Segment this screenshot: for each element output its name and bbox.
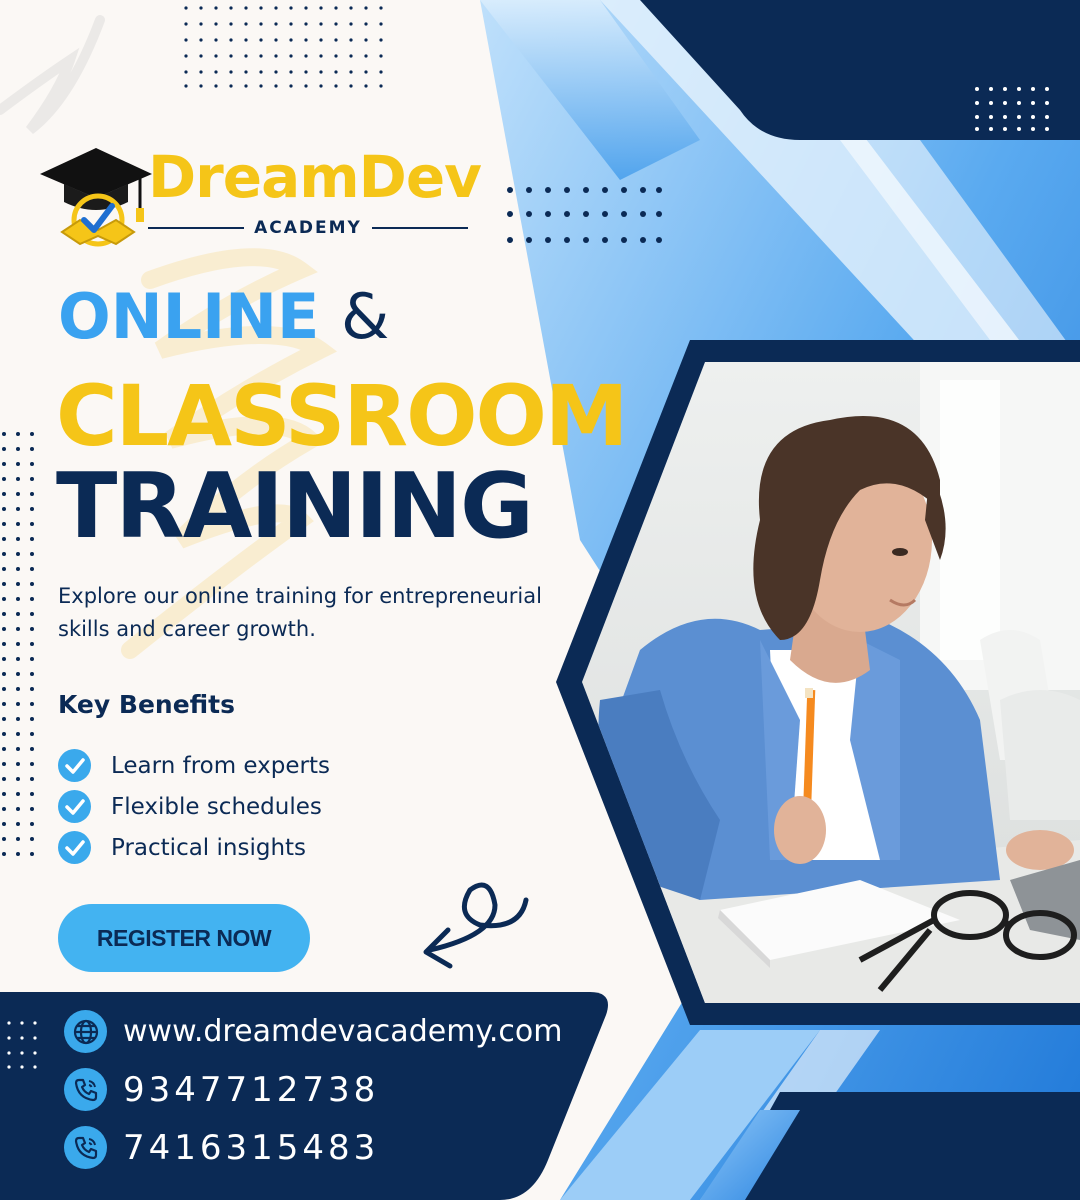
- squiggle-arrow: [423, 882, 529, 969]
- dot-grid-top-right: [975, 87, 1049, 131]
- phone-icon: [64, 1126, 107, 1169]
- dot-grid-bottom-left: [7, 1021, 37, 1069]
- brand-name-part2: Dev: [358, 143, 482, 211]
- brand-tagline-row: ACADEMY: [148, 218, 468, 238]
- brand-logo: DreamDev ACADEMY: [40, 140, 482, 250]
- poster: DreamDev ACADEMY ONLINE & CLASSROOM TRAI…: [0, 0, 1080, 1200]
- benefits-title: Key Benefits: [58, 690, 236, 719]
- dot-grid-mid: [507, 187, 662, 243]
- graduation-cap-book-check-icon: [40, 148, 152, 247]
- description: Explore our online training for entrepre…: [58, 584, 542, 641]
- divider: [148, 227, 245, 229]
- dot-grid-top: [184, 6, 383, 88]
- contact-phone-1[interactable]: 9347712738: [64, 1068, 379, 1111]
- phone-number[interactable]: 9347712738: [123, 1070, 379, 1110]
- check-circle-icon: [58, 790, 91, 823]
- benefit-label: Learn from experts: [111, 752, 330, 779]
- phone-icon: [64, 1068, 107, 1111]
- list-item: Learn from experts: [58, 745, 330, 786]
- globe-icon: [64, 1010, 107, 1053]
- check-circle-icon: [58, 831, 91, 864]
- dot-grid-left: [2, 432, 34, 856]
- headline-online: ONLINE: [58, 280, 320, 353]
- headline-line1: ONLINE &: [58, 286, 389, 348]
- divider: [371, 227, 468, 229]
- contact-phone-2[interactable]: 7416315483: [64, 1126, 379, 1169]
- contact-website[interactable]: www.dreamdevacademy.com: [64, 1010, 563, 1053]
- brand-tagline: ACADEMY: [254, 218, 362, 238]
- check-circle-icon: [58, 749, 91, 782]
- register-now-button[interactable]: REGISTER NOW: [58, 904, 310, 972]
- list-item: Flexible schedules: [58, 786, 330, 827]
- list-item: Practical insights: [58, 827, 330, 868]
- brand-name-part1: Dream: [148, 143, 360, 211]
- phone-number[interactable]: 7416315483: [123, 1128, 379, 1168]
- headline-ampersand: &: [341, 280, 390, 353]
- benefits-list: Learn from experts Flexible schedules Pr…: [58, 745, 330, 868]
- brand-name: DreamDev: [148, 148, 482, 206]
- benefit-label: Flexible schedules: [111, 793, 322, 820]
- headline-training: TRAINING: [56, 454, 534, 559]
- website-link[interactable]: www.dreamdevacademy.com: [123, 1014, 563, 1049]
- headline-classroom: CLASSROOM: [56, 367, 628, 465]
- benefit-label: Practical insights: [111, 834, 307, 861]
